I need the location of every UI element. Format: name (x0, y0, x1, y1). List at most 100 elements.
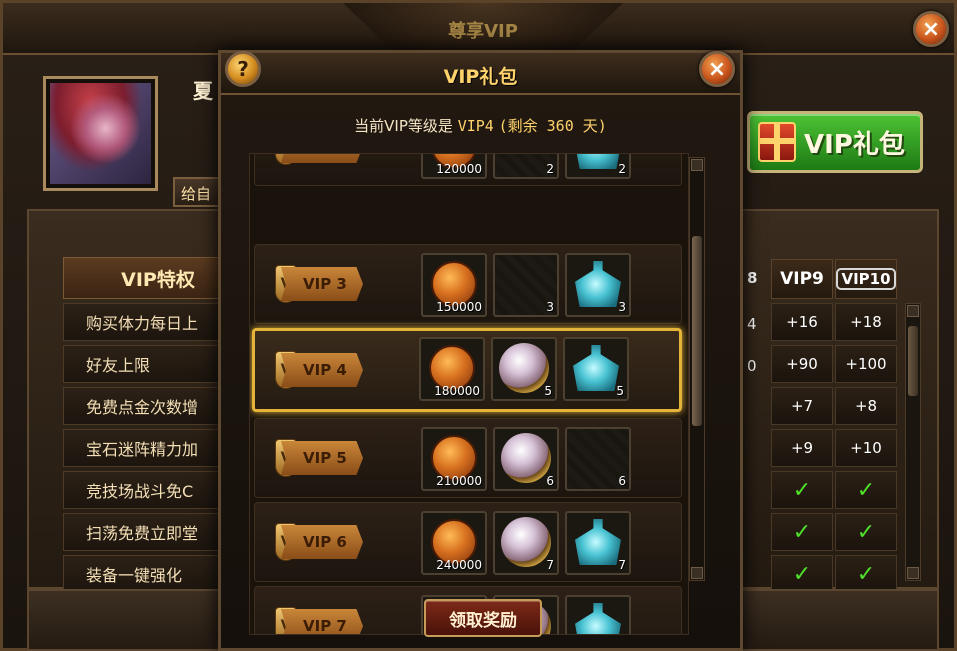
item-quantity: 120000 (436, 162, 482, 176)
vip10-cell: +10 (835, 429, 897, 467)
tier-row[interactable]: V VIP 6 240000 7 7 (254, 502, 682, 582)
item-quantity: 3 (618, 300, 626, 314)
vip10-check-icon: ✓ (835, 471, 897, 509)
item-slot[interactable]: 6 (565, 427, 631, 491)
close-icon: × (707, 56, 727, 82)
tier-list-scrollbar-thumb[interactable] (692, 236, 702, 426)
potion-icon (573, 345, 619, 391)
vip9-check-icon: ✓ (771, 471, 833, 509)
item-quantity: 240000 (436, 558, 482, 572)
item-slot[interactable]: 150000 (421, 253, 487, 317)
vip-status-line: 当前VIP等级是 VIP4 (剩余 360 天) (221, 115, 740, 136)
vip9-cell: +16 (771, 303, 833, 341)
vip10-column-header: VIP10 (835, 259, 897, 299)
item-slot[interactable]: 3 (565, 253, 631, 317)
potion-icon (575, 519, 621, 565)
item-slot[interactable]: 5 (563, 337, 629, 401)
vip-tier-badge: VIP 4 (281, 353, 363, 387)
item-quantity: 3 (546, 300, 554, 314)
item-quantity: 2 (618, 162, 626, 176)
tier-row[interactable]: V VIP 5 210000 6 6 (254, 418, 682, 498)
dialog-close-button[interactable]: × (699, 51, 735, 87)
vip10-cell: +18 (835, 303, 897, 341)
scroll-down-arrow-icon[interactable] (907, 567, 919, 579)
vip-tier-badge: VIP 6 (281, 525, 363, 559)
potion-icon (575, 261, 621, 307)
item-quantity: 6 (618, 474, 626, 488)
scroll-down-arrow-icon[interactable] (691, 567, 703, 579)
vip-status-remaining: (剩余 360 天) (498, 117, 607, 135)
vip-tier-badge: VIP 7 (281, 609, 363, 634)
item-quantity: 150000 (436, 300, 482, 314)
pearl-icon (499, 343, 549, 393)
vip-gift-button-label: VIP礼包 (804, 129, 905, 160)
item-slot[interactable]: 3 (493, 253, 559, 317)
partial-vip-column: 8 4 0 (743, 259, 765, 589)
vip9-check-icon: ✓ (771, 513, 833, 551)
item-quantity: 7 (618, 558, 626, 572)
potion-icon (575, 154, 621, 169)
scroll-up-arrow-icon[interactable] (691, 159, 703, 171)
item-slot[interactable]: 5 (491, 337, 557, 401)
tier-list-scrollbar[interactable] (689, 157, 705, 581)
item-slot[interactable]: 7 (493, 511, 559, 575)
vip10-check-icon: ✓ (835, 555, 897, 593)
vip-status-level: VIP4 (457, 117, 494, 135)
item-quantity: 210000 (436, 474, 482, 488)
vip10-cell: +100 (835, 345, 897, 383)
item-quantity: 6 (546, 474, 554, 488)
dialog-title: VIP礼包 (443, 66, 518, 88)
tier-row[interactable]: V VIP 2 120000 2 2 (254, 154, 682, 186)
vip9-cell: +9 (771, 429, 833, 467)
vip-window-close-button[interactable]: × (913, 11, 949, 47)
item-slot[interactable]: 210000 (421, 427, 487, 491)
item-slot[interactable]: 2 (565, 154, 631, 179)
vip9-check-icon: ✓ (771, 555, 833, 593)
vip10-header-label: VIP10 (836, 268, 896, 290)
tier-row[interactable]: V VIP 3 150000 3 3 (254, 244, 682, 324)
vip-status-prefix: 当前VIP等级是 (354, 117, 453, 135)
item-slot[interactable]: 240000 (421, 511, 487, 575)
avatar-image (50, 83, 151, 184)
item-quantity: 180000 (434, 384, 480, 398)
close-icon: × (921, 16, 941, 42)
vip9-cell: +7 (771, 387, 833, 425)
pearl-icon (501, 517, 551, 567)
item-slot[interactable]: 6 (493, 427, 559, 491)
vip9-cell: +90 (771, 345, 833, 383)
vip-window-title: 尊享VIP (448, 21, 518, 42)
item-slot[interactable]: 120000 (421, 154, 487, 179)
item-quantity: 2 (546, 162, 554, 176)
item-quantity: 7 (546, 558, 554, 572)
claim-reward-button[interactable]: 领取奖励 (424, 599, 542, 637)
pearl-icon (501, 433, 551, 483)
help-button[interactable]: ? (225, 51, 261, 87)
vip-tier-badge: VIP 2 (281, 154, 363, 163)
partial-column-cell: 0 (747, 357, 757, 375)
tier-row-active[interactable]: V VIP 4 180000 5 5 (252, 328, 682, 412)
item-slot[interactable]: 180000 (419, 337, 485, 401)
vip-tier-list: V VIP 2 120000 2 2 V VIP 3 150000 3 3 V … (249, 153, 689, 635)
partial-column-header: 8 (747, 269, 758, 287)
item-quantity: 5 (544, 384, 552, 398)
item-slot[interactable] (565, 595, 631, 634)
item-slot[interactable]: 7 (565, 511, 631, 575)
vip9-column-header: VIP9 (771, 259, 833, 299)
help-icon: ? (237, 57, 249, 81)
player-name: 夏 (193, 79, 213, 103)
privileges-scrollbar-thumb[interactable] (908, 326, 918, 396)
vip-tier-badge: VIP 5 (281, 441, 363, 475)
item-quantity: 5 (616, 384, 624, 398)
vip10-cell: +8 (835, 387, 897, 425)
scroll-up-arrow-icon[interactable] (907, 305, 919, 317)
privileges-scrollbar[interactable] (905, 303, 921, 581)
vip-tier-badge: VIP 3 (281, 267, 363, 301)
gift-box-icon (758, 122, 796, 162)
vip-gift-button[interactable]: VIP礼包 (747, 111, 923, 173)
partial-column-cell: 4 (747, 315, 757, 333)
vip10-check-icon: ✓ (835, 513, 897, 551)
potion-icon (575, 603, 621, 634)
avatar (43, 76, 158, 191)
vip-gift-dialog: VIP礼包 ? × 当前VIP等级是 VIP4 (剩余 360 天) V VIP… (218, 50, 743, 651)
item-slot[interactable]: 2 (493, 154, 559, 179)
